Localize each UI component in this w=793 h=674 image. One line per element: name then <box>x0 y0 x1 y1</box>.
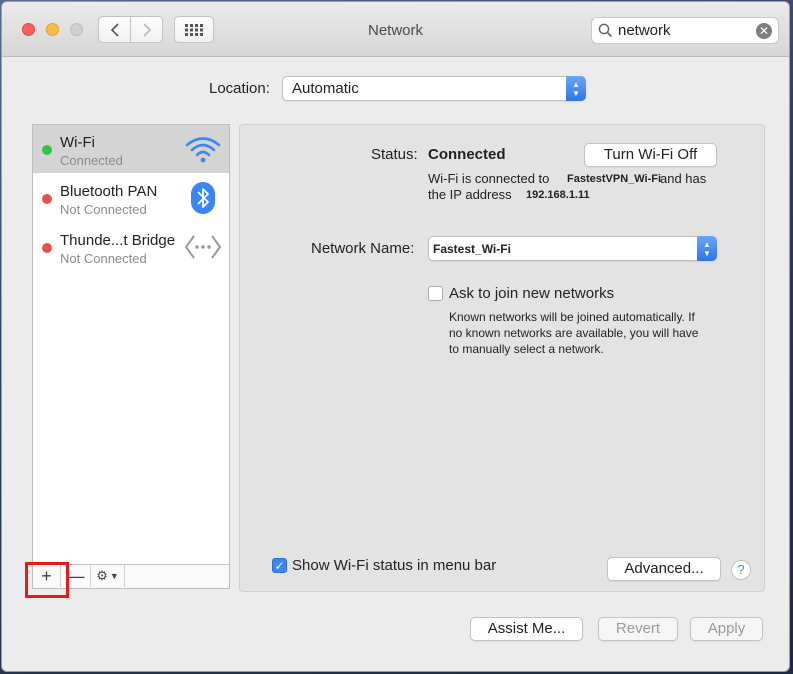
service-state: Connected <box>60 153 123 168</box>
service-state: Not Connected <box>60 251 147 266</box>
network-name-label: Network Name: <box>311 240 415 257</box>
ip-address: 192.168.1.11 <box>526 189 590 201</box>
bluetooth-icon <box>183 180 223 216</box>
wifi-icon <box>183 131 223 167</box>
status-value: Connected <box>428 146 506 163</box>
service-item-thunderbolt-bridge[interactable]: Thunde...t Bridge Not Connected <box>33 223 229 271</box>
clear-search-icon[interactable]: ✕ <box>756 23 772 39</box>
advanced-button[interactable]: Advanced... <box>607 557 721 581</box>
thunderbolt-bridge-icon <box>183 229 223 265</box>
service-item-wifi[interactable]: Wi-Fi Connected <box>33 125 229 173</box>
title-bar: Network ✕ <box>2 2 789 57</box>
search-field[interactable]: ✕ <box>591 17 779 44</box>
connection-description: and has <box>660 171 707 186</box>
service-name: Thunde...t Bridge <box>60 232 176 249</box>
network-name-value: Fastest_Wi-Fi <box>433 242 511 256</box>
location-popup[interactable]: Automatic ▲ ▼ <box>282 76 586 101</box>
chevron-down-icon: ▼ <box>109 571 119 581</box>
ask-join-label: Ask to join new networks <box>449 285 615 302</box>
turn-wifi-off-button[interactable]: Turn Wi-Fi Off <box>584 143 717 167</box>
add-button-highlight <box>25 562 69 598</box>
status-label: Status: <box>371 146 418 163</box>
show-status-checkbox[interactable]: ✓ <box>272 558 287 573</box>
service-actions-button[interactable]: ⚙ ▼ <box>91 565 125 587</box>
gear-icon: ⚙ <box>96 568 108 583</box>
status-dot-red <box>42 243 52 253</box>
status-dot-red <box>42 194 52 204</box>
apply-button[interactable]: Apply <box>690 617 763 641</box>
network-preferences-window: Network ✕ Location: Automatic ▲▼ Wi-Fi C… <box>1 1 790 672</box>
location-value: Automatic <box>292 80 359 97</box>
service-item-bluetooth-pan[interactable]: Bluetooth PAN Not Connected <box>33 174 229 222</box>
show-status-label: Show Wi-Fi status in menu bar <box>292 557 497 574</box>
ask-join-help: no known networks are available, you wil… <box>449 326 699 340</box>
connection-description: the IP address <box>428 187 512 202</box>
wifi-detail-panel: Status: Connected Turn Wi-Fi Off Wi-Fi i… <box>239 124 765 592</box>
connected-ssid: FastestVPN_Wi-Fi <box>567 173 662 185</box>
network-name-popup[interactable]: Fastest_Wi-Fi ▲ ▼ <box>428 236 717 261</box>
revert-button[interactable]: Revert <box>598 617 678 641</box>
service-state: Not Connected <box>60 202 147 217</box>
ask-join-help: Known networks will be joined automatica… <box>449 310 695 324</box>
search-input[interactable] <box>618 21 748 40</box>
service-list: Wi-Fi Connected Bluetooth PAN Not Connec… <box>32 124 230 589</box>
service-name: Wi-Fi <box>60 134 95 151</box>
service-name: Bluetooth PAN <box>60 183 158 200</box>
popup-arrows-icon: ▲ ▼ <box>566 76 586 101</box>
popup-arrows-icon: ▲ ▼ <box>697 236 717 261</box>
location-label: Location: <box>209 80 270 97</box>
ask-join-help: to manually select a network. <box>449 342 604 356</box>
search-icon <box>598 23 613 38</box>
help-button[interactable]: ? <box>731 560 751 580</box>
ask-join-checkbox[interactable] <box>428 286 443 301</box>
status-dot-green <box>42 145 52 155</box>
connection-description: Wi-Fi is connected to <box>428 171 550 186</box>
assist-me-button[interactable]: Assist Me... <box>470 617 583 641</box>
